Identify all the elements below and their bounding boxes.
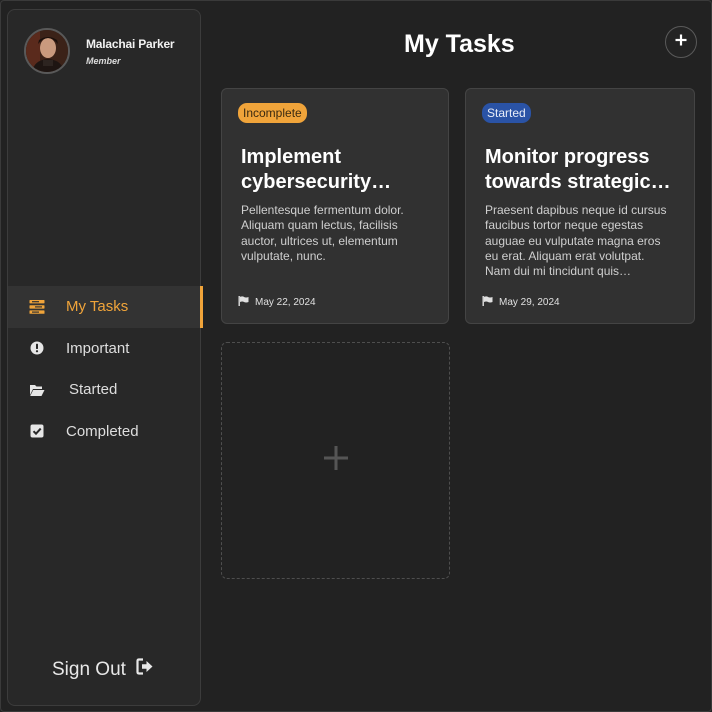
user-name: Malachai Parker	[86, 36, 175, 51]
task-title: Implement cybersecurity…	[241, 146, 392, 193]
flag-icon	[238, 296, 255, 309]
user-profile[interactable]: Malachai Parker Member	[24, 28, 175, 74]
status-badge: Started	[482, 103, 531, 123]
flag-icon	[482, 296, 499, 309]
sidebar-item-started[interactable]: Started	[8, 369, 202, 411]
add-task-button[interactable]	[665, 26, 697, 58]
sidebar-item-label: Completed	[66, 422, 139, 440]
sidebar-item-completed[interactable]: Completed	[8, 411, 202, 453]
sidebar-item-important[interactable]: Important	[8, 328, 202, 370]
plus-icon	[323, 445, 349, 476]
plus-icon	[675, 33, 687, 51]
page-title: My Tasks	[404, 30, 515, 58]
exclamation-icon	[29, 340, 45, 356]
sidebar-nav: My Tasks Important Started Completed	[8, 286, 203, 453]
task-due-date: May 29, 2024	[482, 296, 560, 309]
sign-out-button[interactable]: Sign Out	[52, 658, 154, 681]
date-text: May 29, 2024	[499, 297, 560, 308]
sign-out-label: Sign Out	[52, 658, 126, 680]
task-title: Monitor progress towards strategic…	[485, 146, 671, 193]
tasks-icon	[29, 299, 45, 315]
sidebar-item-label: Started	[69, 381, 118, 399]
date-text: May 22, 2024	[255, 297, 316, 308]
sidebar-item-label: My Tasks	[66, 298, 129, 316]
task-description: Pellentesque fermentum dolor. Aliquam qu…	[241, 203, 404, 263]
sidebar-item-my-tasks[interactable]: My Tasks	[8, 286, 203, 328]
sidebar-item-label: Important	[66, 339, 130, 357]
task-card[interactable]: Started Monitor progress towards strateg…	[465, 88, 695, 324]
folder-open-icon	[29, 382, 45, 398]
task-due-date: May 22, 2024	[238, 296, 316, 309]
status-badge: Incomplete	[238, 103, 307, 123]
task-description: Praesent dapibus neque id cursus faucibu…	[485, 203, 667, 279]
avatar	[24, 28, 70, 74]
task-card[interactable]: Incomplete Implement cybersecurity… Pell…	[221, 88, 449, 324]
user-role: Member	[86, 55, 121, 66]
sidebar: Malachai Parker Member My Tasks Importan…	[7, 9, 203, 706]
add-task-card[interactable]	[221, 342, 450, 579]
sign-out-icon	[126, 658, 154, 681]
checkbox-icon	[29, 423, 45, 439]
